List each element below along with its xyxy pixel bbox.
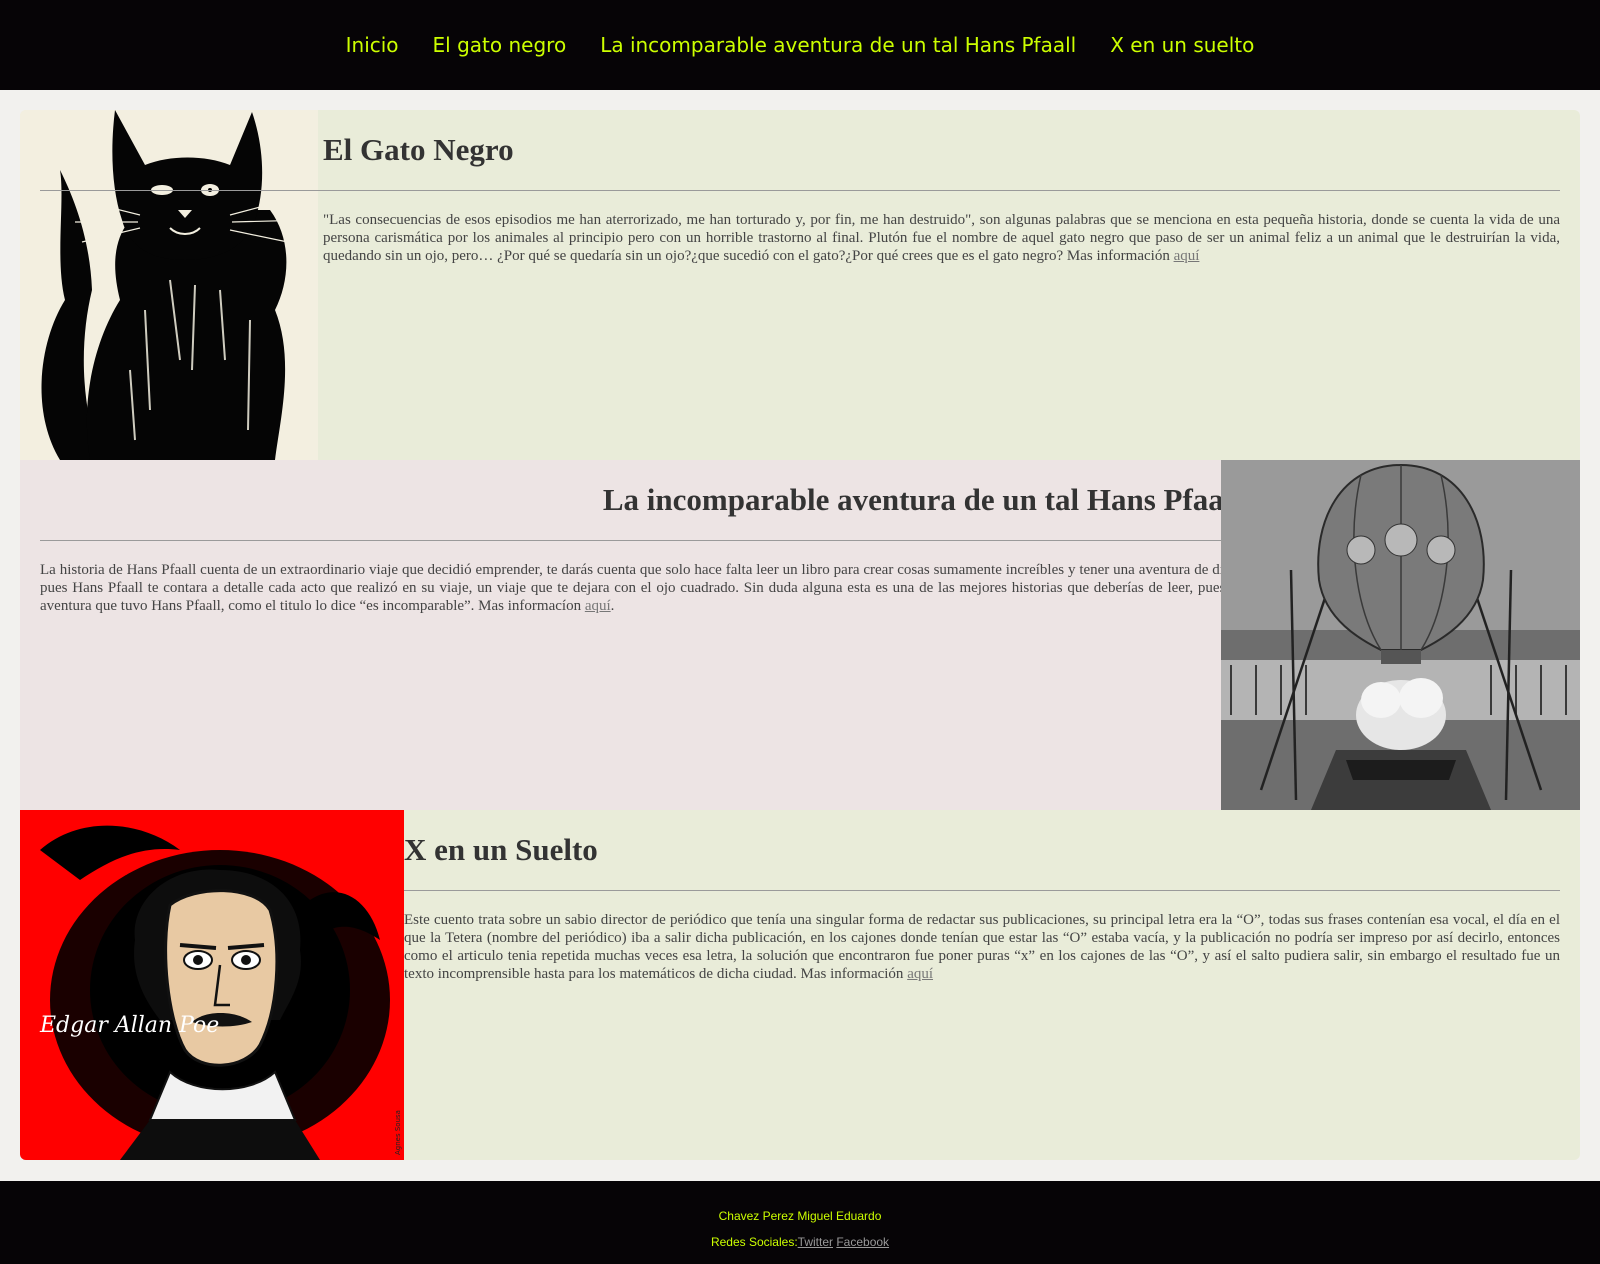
image-credit: Agnes Sousa bbox=[394, 1110, 402, 1155]
divider bbox=[40, 190, 1560, 191]
social-label: Redes Sociales: bbox=[710, 1235, 798, 1249]
more-info-link[interactable]: aquí bbox=[585, 598, 611, 614]
section-text: La historia de Hans Pfaall cuenta de un … bbox=[40, 561, 1241, 615]
social-links: Redes Sociales:Twitter Facebook bbox=[0, 1235, 1600, 1249]
facebook-link[interactable]: Facebook bbox=[836, 1235, 889, 1249]
nav-link-hans-pfaall[interactable]: La incomparable aventura de un tal Hans … bbox=[600, 33, 1076, 57]
section-title: La incomparable aventura de un tal Hans … bbox=[602, 482, 1241, 517]
section-text: Este cuento trata sobre un sabio directo… bbox=[404, 911, 1560, 983]
twitter-link[interactable]: Twitter bbox=[798, 1235, 833, 1249]
edgar-allan-poe-image: Edgar Allan Poe Agnes Sousa bbox=[20, 810, 404, 1160]
footer: Chavez Perez Miguel Eduardo Redes Social… bbox=[0, 1181, 1600, 1264]
section-text: "Las consecuencias de esos episodios me … bbox=[323, 211, 1560, 265]
section-text-body: "Las consecuencias de esos episodios me … bbox=[323, 212, 1560, 264]
more-info-link[interactable]: aquí bbox=[907, 966, 933, 982]
nav-link-gato-negro[interactable]: El gato negro bbox=[433, 33, 567, 57]
section-text-body: La historia de Hans Pfaall cuenta de un … bbox=[40, 562, 1241, 614]
section-text-body: Este cuento trata sobre un sabio directo… bbox=[404, 912, 1560, 982]
hot-air-balloon-image bbox=[1221, 460, 1580, 810]
section-title: X en un Suelto bbox=[404, 832, 598, 867]
poe-signature: Edgar Allan Poe bbox=[39, 1013, 219, 1038]
more-info-link[interactable]: aquí bbox=[1174, 248, 1200, 264]
divider bbox=[40, 540, 1241, 541]
nav-link-x-en-un-suelto[interactable]: X en un suelto bbox=[1110, 33, 1254, 57]
main-content: El Gato Negro "Las consecuencias de esos… bbox=[20, 110, 1580, 1160]
nav-link-inicio[interactable]: Inicio bbox=[346, 33, 399, 57]
black-cat-image bbox=[20, 110, 318, 460]
section-title: El Gato Negro bbox=[323, 132, 514, 167]
section-x-en-un-suelto: Edgar Allan Poe Agnes Sousa X en un Suel… bbox=[20, 810, 1580, 1160]
section-text-after: . bbox=[610, 598, 615, 614]
section-hans-pfaall: La incomparable aventura de un tal Hans … bbox=[20, 460, 1580, 810]
author-name: Chavez Perez Miguel Eduardo bbox=[718, 1209, 882, 1223]
top-navbar: Inicio El gato negro La incomparable ave… bbox=[0, 0, 1600, 90]
section-gato-negro: El Gato Negro "Las consecuencias de esos… bbox=[20, 110, 1580, 460]
divider bbox=[404, 890, 1560, 891]
